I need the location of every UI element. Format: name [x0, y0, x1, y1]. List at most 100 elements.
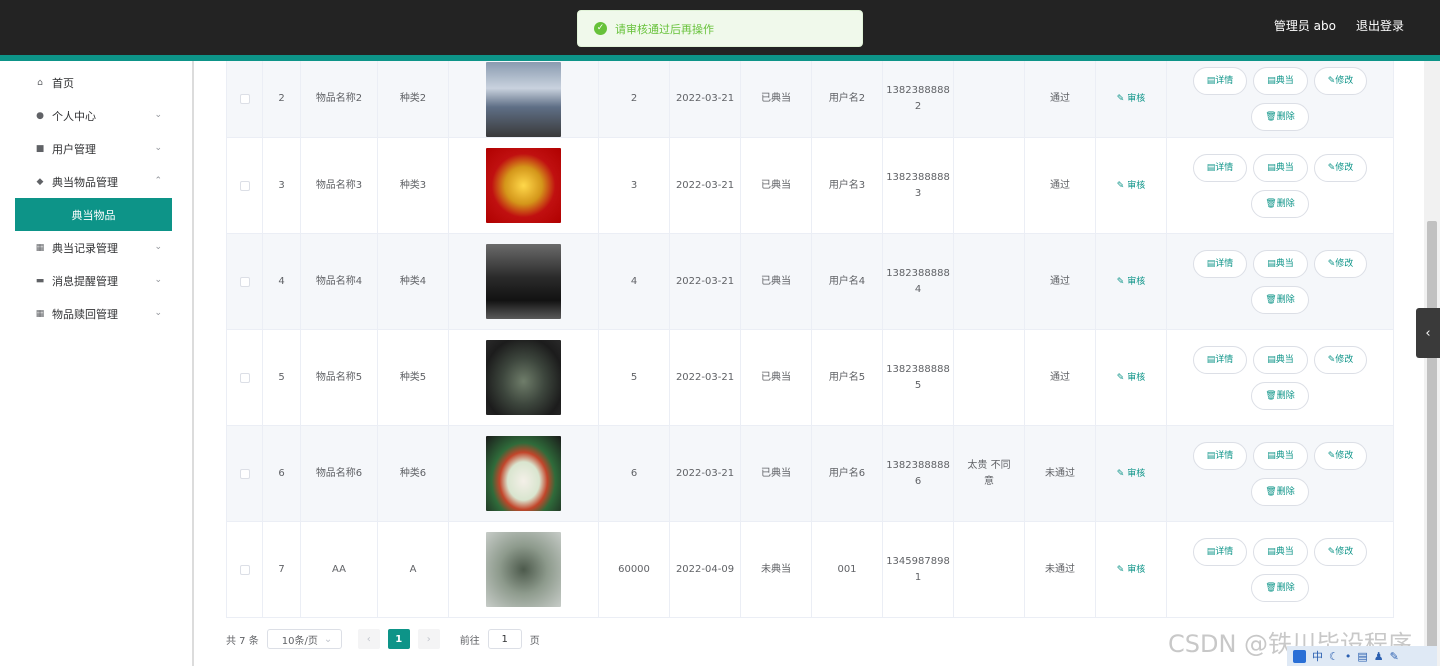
sidebar-item-pawn-records[interactable]: ▦ 典当记录管理 ⌄ — [0, 231, 190, 264]
detail-button[interactable]: ▤ 详情 — [1192, 345, 1248, 374]
sidebar-item-home[interactable]: ⌂ 首页 — [0, 66, 190, 99]
pawn-button[interactable]: ▤ 典当 — [1253, 153, 1308, 182]
sidebar-item-redemption[interactable]: ▦ 物品赎回管理 ⌄ — [0, 297, 190, 330]
chevron-up-icon: ⌃ — [154, 176, 162, 186]
scrollbar-thumb[interactable] — [1427, 221, 1437, 651]
table-cell: 物品名称6 — [301, 426, 378, 521]
pawn-button-label: 典当 — [1275, 76, 1294, 86]
edit-button[interactable]: ✎ 修改 — [1313, 249, 1368, 278]
edit-button[interactable]: ✎ 修改 — [1313, 67, 1368, 95]
sidebar-item-user-management[interactable]: ■ 用户管理 ⌄ — [0, 132, 190, 165]
detail-button[interactable]: ▤ 详情 — [1192, 537, 1248, 566]
sidebar-item-pawn-items[interactable]: ◆ 典当物品管理 ⌃ — [0, 165, 190, 198]
detail-button[interactable]: ▤ 详情 — [1192, 67, 1248, 95]
edit-icon: ✎ — [1116, 94, 1128, 104]
prev-page-button[interactable]: ‹ — [357, 629, 380, 649]
row-checkbox[interactable] — [239, 564, 250, 575]
table-cell: 1345987898 1 — [883, 522, 954, 617]
table-cell: 1382388888 3 — [883, 138, 954, 233]
review-result: 通过 — [1050, 371, 1070, 383]
detail-button[interactable]: ▤ 详情 — [1192, 249, 1248, 278]
pawn-date: 2022-03-21 — [675, 179, 735, 191]
review-result: 通过 — [1050, 275, 1070, 287]
username: 用户名5 — [828, 371, 866, 383]
audit-link[interactable]: ✎ 审核 — [1117, 178, 1145, 194]
row-checkbox[interactable] — [239, 94, 250, 104]
current-page-button[interactable]: 1 — [387, 629, 410, 649]
edit-icon: ✎ — [1327, 450, 1336, 461]
main-content: 2 物品名称2 种类2 2 2022-03-21 已典当 用户名2 1382388888 2 通… — [196, 61, 1426, 666]
table-cell — [227, 61, 263, 137]
ime-mode[interactable]: 中 — [1312, 648, 1323, 664]
delete-button[interactable]: 🗑 删除 — [1251, 285, 1309, 314]
item-amount: 4 — [630, 275, 638, 287]
document-icon: ▤ — [1267, 546, 1276, 557]
sidebar-subitem-label: 典当物品 — [71, 208, 116, 222]
edit-button[interactable]: ✎ 修改 — [1313, 537, 1368, 566]
table-cell: 种类5 — [378, 330, 449, 425]
sidebar-item-label: 物品赎回管理 — [52, 307, 118, 321]
audit-link[interactable]: ✎ 审核 — [1117, 91, 1145, 107]
table-cell: ▤ 详情 ▤ 典当 ✎ 修改 🗑 删除 — [1167, 138, 1393, 233]
table-cell: 5 — [263, 330, 301, 425]
detail-button[interactable]: ▤ 详情 — [1192, 441, 1248, 470]
pawn-button[interactable]: ▤ 典当 — [1253, 67, 1308, 95]
phone-number: 1382388888 3 — [886, 171, 950, 199]
pawn-button[interactable]: ▤ 典当 — [1253, 537, 1308, 566]
audit-link[interactable]: ✎ 审核 — [1117, 274, 1145, 290]
edit-icon: ✎ — [1327, 354, 1336, 365]
item-amount: 60000 — [618, 563, 650, 575]
pawn-button[interactable]: ▤ 典当 — [1253, 249, 1308, 278]
detail-button-label: 详情 — [1215, 258, 1234, 269]
delete-button[interactable]: 🗑 删除 — [1251, 381, 1309, 410]
table-cell — [449, 61, 599, 137]
settings-icon: ✎ — [1389, 649, 1399, 663]
review-result: 通过 — [1050, 93, 1070, 104]
delete-button[interactable]: 🗑 删除 — [1251, 189, 1309, 218]
edit-button-label: 修改 — [1335, 450, 1354, 461]
sidebar-subitem-pawn-goods[interactable]: 典当物品 — [15, 198, 172, 231]
audit-label: 审核 — [1127, 468, 1146, 479]
message-icon: ▬ — [35, 275, 45, 286]
edit-button[interactable]: ✎ 修改 — [1313, 441, 1368, 470]
table-cell — [227, 138, 263, 233]
detail-button[interactable]: ▤ 详情 — [1192, 153, 1248, 182]
page-size-select[interactable]: 10条/页 ⌄ — [266, 629, 342, 649]
item-name: 物品名称6 — [315, 467, 363, 479]
audit-link[interactable]: ✎ 审核 — [1117, 466, 1145, 482]
edit-button[interactable]: ✎ 修改 — [1313, 153, 1368, 182]
keyboard-icon: ▤ — [1357, 649, 1368, 663]
item-amount: 3 — [630, 179, 638, 191]
vertical-scrollbar[interactable] — [1424, 61, 1440, 666]
next-page-button[interactable]: › — [417, 629, 440, 649]
audit-link[interactable]: ✎ 审核 — [1117, 370, 1145, 386]
audit-link[interactable]: ✎ 审核 — [1117, 562, 1145, 578]
delete-button[interactable]: 🗑 删除 — [1251, 477, 1309, 506]
logout-button[interactable]: 退出登录 — [1356, 17, 1404, 34]
row-actions: ▤ 详情 ▤ 典当 ✎ 修改 🗑 删除 — [1180, 537, 1380, 602]
edit-button[interactable]: ✎ 修改 — [1313, 345, 1368, 374]
row-actions: ▤ 详情 ▤ 典当 ✎ 修改 🗑 删除 — [1180, 153, 1380, 218]
document-icon: ▤ — [1206, 354, 1216, 365]
phone-number: 1382388888 2 — [886, 85, 950, 112]
sidebar-item-message-reminders[interactable]: ▬ 消息提醒管理 ⌄ — [0, 264, 190, 297]
collapse-panel-button[interactable]: ‹ — [1416, 308, 1440, 358]
delete-button[interactable]: 🗑 删除 — [1251, 103, 1309, 131]
row-checkbox[interactable] — [239, 276, 250, 287]
pawn-button[interactable]: ▤ 典当 — [1253, 345, 1308, 374]
document-icon: ▤ — [1267, 76, 1276, 86]
row-checkbox[interactable] — [239, 372, 250, 383]
trash-icon: 🗑 — [1265, 294, 1277, 305]
delete-button[interactable]: 🗑 删除 — [1251, 573, 1309, 602]
item-type: 种类3 — [399, 179, 427, 191]
row-checkbox[interactable] — [239, 468, 250, 479]
table-cell: 种类2 — [378, 61, 449, 137]
pawn-button[interactable]: ▤ 典当 — [1253, 441, 1308, 470]
sidebar-item-personal-center[interactable]: ● 个人中心 ⌄ — [0, 99, 190, 132]
goto-page-input[interactable]: 1 — [487, 629, 522, 649]
pawn-items-table: 2 物品名称2 种类2 2 2022-03-21 已典当 用户名2 1382388888 2 通… — [226, 61, 1394, 618]
row-checkbox[interactable] — [239, 180, 250, 191]
table-cell: 6 — [263, 426, 301, 521]
sidebar-item-label: 首页 — [52, 76, 74, 90]
pawn-status: 已典当 — [761, 93, 791, 104]
